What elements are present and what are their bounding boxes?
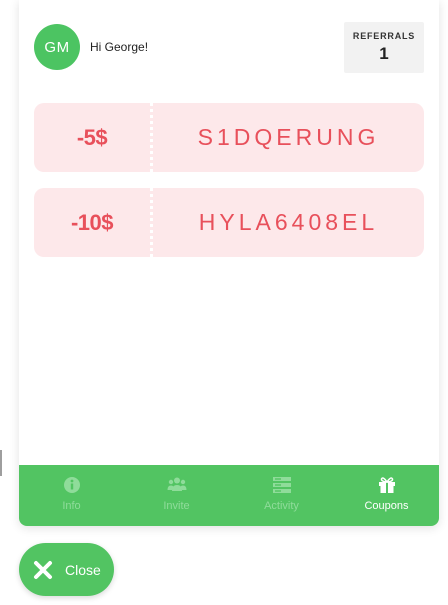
close-icon <box>34 560 52 579</box>
referrals-label: REFERRALS <box>352 31 416 41</box>
coupon-amount: -5$ <box>76 124 108 150</box>
avatar: GM <box>34 24 80 70</box>
info-icon <box>63 477 80 493</box>
nav-item-info[interactable]: Info <box>19 465 124 526</box>
referral-widget: GM Hi George! REFERRALS 1 -5$ S1DQERUNG … <box>19 0 439 526</box>
nav-item-coupons[interactable]: Coupons <box>334 465 439 526</box>
nav-item-activity[interactable]: Activity <box>229 465 334 526</box>
coupon-code[interactable]: HYLA6408EL <box>153 209 424 236</box>
nav-item-label: Activity <box>264 500 299 512</box>
coupon-code[interactable]: S1DQERUNG <box>153 124 424 151</box>
widget-header: GM Hi George! REFERRALS 1 <box>19 0 439 95</box>
nav-item-label: Invite <box>163 500 190 512</box>
page-edge-marker <box>0 450 2 476</box>
nav-item-label: Info <box>62 500 81 512</box>
close-label: Close <box>65 561 101 578</box>
coupon-card[interactable]: -5$ S1DQERUNG <box>34 103 424 172</box>
list-icon <box>272 477 291 493</box>
close-button[interactable]: Close <box>19 543 114 596</box>
referrals-count: 1 <box>379 44 389 63</box>
gift-icon <box>378 477 395 493</box>
coupon-card[interactable]: -10$ HYLA6408EL <box>34 188 424 257</box>
coupon-amount: -10$ <box>70 209 114 235</box>
referrals-counter: REFERRALS 1 <box>344 22 424 73</box>
group-icon <box>167 477 186 491</box>
greeting-text: Hi George! <box>90 40 149 54</box>
nav-item-label: Coupons <box>364 500 409 512</box>
bottom-nav: Info Invite Activity Coupons <box>19 465 439 526</box>
nav-item-invite[interactable]: Invite <box>124 465 229 526</box>
